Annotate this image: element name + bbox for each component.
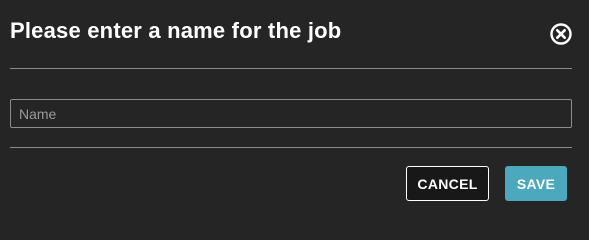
job-name-input[interactable] bbox=[10, 99, 572, 128]
cancel-button[interactable]: CANCEL bbox=[406, 166, 489, 201]
close-circle-icon bbox=[550, 23, 572, 45]
name-job-dialog: Please enter a name for the job CANCEL S… bbox=[0, 0, 589, 216]
header-divider bbox=[10, 68, 572, 69]
footer-divider bbox=[10, 147, 572, 148]
save-button[interactable]: SAVE bbox=[505, 166, 567, 201]
dialog-title: Please enter a name for the job bbox=[10, 18, 342, 43]
close-button[interactable] bbox=[549, 22, 573, 46]
